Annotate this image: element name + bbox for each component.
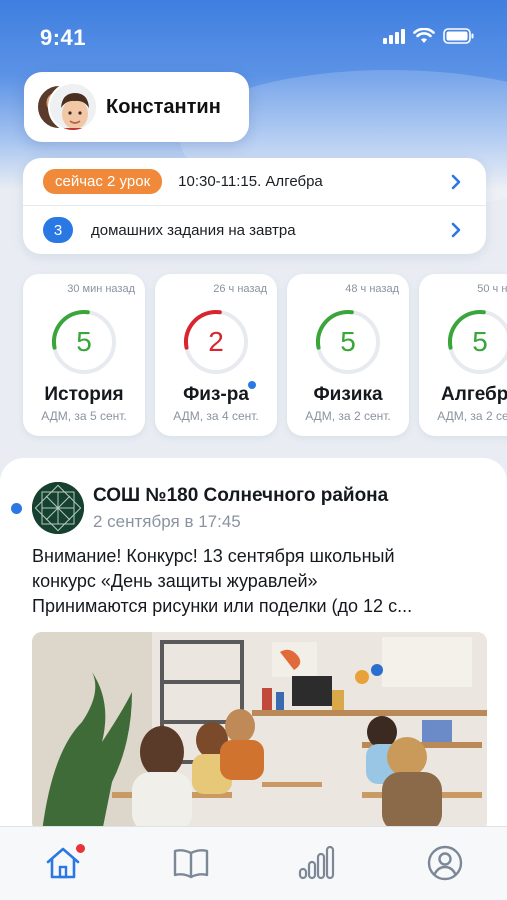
profile-name: Константин — [106, 95, 221, 118]
unread-dot — [11, 503, 22, 514]
grade-meta: АДМ, за 5 сент. — [41, 409, 127, 423]
avatar — [48, 82, 98, 132]
school-logo — [32, 482, 84, 534]
grade-time: 30 мин назад — [67, 283, 135, 295]
news-photo[interactable] — [32, 632, 487, 832]
grade-value: 2 — [208, 326, 224, 357]
notification-badge — [75, 843, 86, 854]
current-lesson-row[interactable]: сейчас 2 урок 10:30-11:15. Алгебра — [23, 158, 486, 206]
chevron-right-icon — [451, 222, 461, 238]
grade-subject: История — [44, 384, 124, 405]
battery-icon — [443, 28, 474, 44]
unread-dot — [248, 381, 256, 389]
status-bar: 9:41 — [0, 0, 507, 72]
app-screen: 9:41 Константин сейчас 2 урок 10:30-11:1… — [0, 0, 507, 900]
grade-meta: АДМ, за 4 сент. — [173, 409, 259, 423]
grade-meta: АДМ, за 2 сент. — [437, 409, 507, 423]
status-time: 9:41 — [40, 25, 87, 50]
grade-time: 26 ч назад — [213, 283, 267, 295]
lesson-panel: сейчас 2 урок 10:30-11:15. Алгебра 3 дом… — [23, 158, 486, 254]
signal-icon — [383, 28, 405, 44]
grade-meta: АДМ, за 2 сент. — [305, 409, 391, 423]
grade-time: 48 ч назад — [345, 283, 399, 295]
news-author: СОШ №180 Солнечного района — [93, 485, 389, 506]
news-date: 2 сентября в 17:45 — [93, 512, 241, 531]
homework-text: домашних задания на завтра — [91, 221, 296, 239]
grade-subject: Алгебра — [441, 384, 507, 405]
grades-carousel[interactable]: 30 мин назад 5 История АДМ, за 5 сент. 2… — [23, 274, 507, 436]
grade-card[interactable]: 30 мин назад 5 История АДМ, за 5 сент. — [23, 274, 145, 436]
news-text: Внимание! Конкурс! 13 сентября школьный … — [32, 544, 482, 619]
profile-icon[interactable] — [425, 843, 465, 883]
grade-card[interactable]: 50 ч назад 5 Алгебра АДМ, за 2 сент. — [419, 274, 507, 436]
homework-row[interactable]: 3 домашних задания на завтра — [23, 206, 486, 254]
chevron-right-icon — [451, 174, 461, 190]
grade-card[interactable]: 48 ч назад 5 Физика АДМ, за 2 сент. — [287, 274, 409, 436]
news-text-line: Внимание! Конкурс! 13 сентября школьный — [32, 546, 395, 566]
avatar-stack — [36, 82, 98, 132]
tab-bar — [0, 826, 507, 900]
grade-subject: Физ-ра — [183, 384, 249, 405]
grade-subject: Физика — [313, 384, 383, 405]
grade-value: 5 — [472, 326, 488, 357]
profile-switcher[interactable]: Константин — [24, 72, 249, 142]
grade-card[interactable]: 26 ч назад 2 Физ-ра АДМ, за 4 сент. — [155, 274, 277, 436]
status-icons — [383, 28, 475, 44]
grade-time: 50 ч назад — [477, 283, 507, 295]
wifi-icon — [413, 28, 435, 43]
news-text-line: Принимаются рисунки или поделки (до 12 с… — [32, 596, 413, 616]
stats-icon[interactable] — [297, 843, 337, 883]
grade-value: 5 — [340, 326, 356, 357]
current-lesson-text: 10:30-11:15. Алгебра — [178, 173, 323, 190]
news-text-line: конкурс «День защиты журавлей» — [32, 571, 318, 591]
book-icon[interactable] — [171, 843, 211, 883]
grade-value: 5 — [76, 326, 92, 357]
homework-count-badge: 3 — [43, 217, 73, 243]
current-lesson-badge: сейчас 2 урок — [43, 169, 163, 194]
